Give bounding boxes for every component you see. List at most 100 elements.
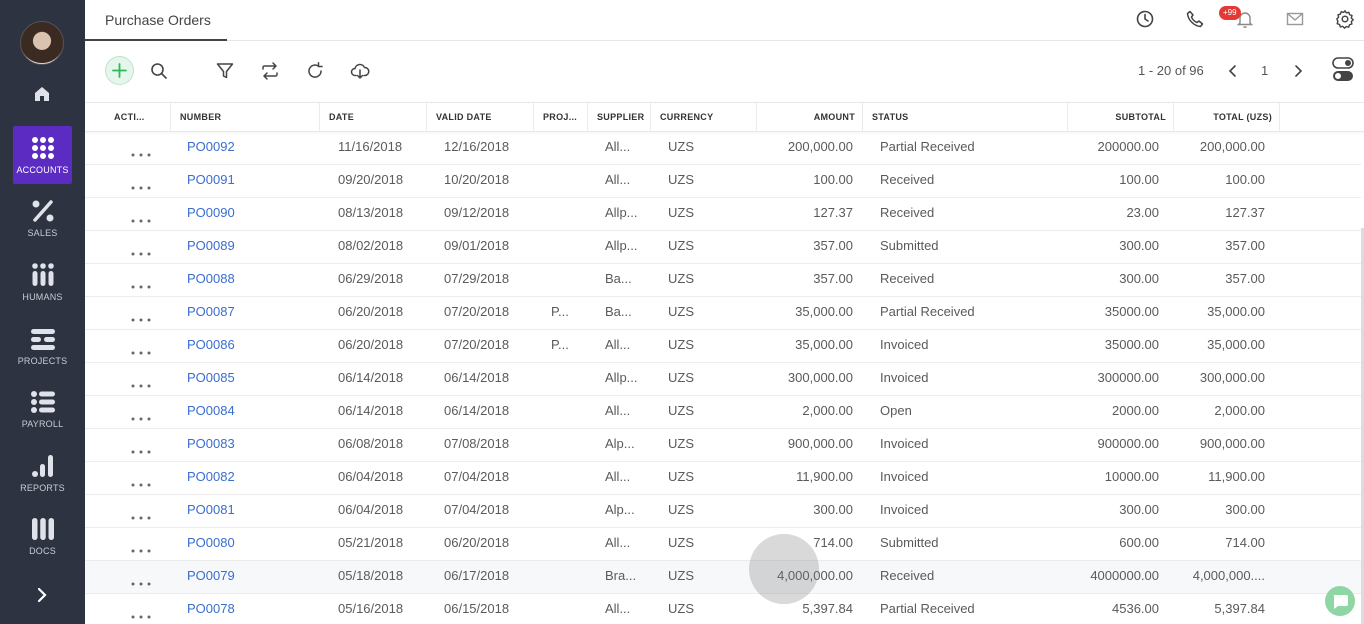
table-row[interactable]: PO0086 06/20/2018 07/20/2018 P... All... UZS 3… [85, 330, 1361, 363]
supplier-cell: All... [605, 337, 631, 352]
sidebar-item-sales[interactable]: SALES [0, 190, 85, 248]
table-row[interactable]: PO0089 08/02/2018 09/01/2018 Allp... UZS 357.… [85, 231, 1361, 264]
po-number-link[interactable]: PO0089 [187, 231, 307, 264]
row-actions-menu-icon[interactable] [131, 310, 151, 322]
total-cell: 4,000,000.... [1192, 568, 1265, 583]
add-button[interactable] [105, 56, 134, 85]
column-header-status[interactable]: STATUS [863, 103, 1068, 132]
amount-cell: 100.00 [813, 172, 853, 187]
table-row[interactable]: PO0082 06/04/2018 07/04/2018 All... UZS 11,90… [85, 462, 1361, 495]
sidebar-item-accounts[interactable]: ACCOUNTS [13, 126, 72, 184]
expand-sidebar-icon[interactable] [33, 586, 51, 604]
date-cell: 05/21/2018 [338, 535, 404, 550]
sidebar-item-docs[interactable]: DOCS [0, 508, 85, 566]
po-number-link[interactable]: PO0086 [187, 330, 307, 363]
refresh-icon[interactable] [305, 61, 325, 81]
valid-date-cell: 09/12/2018 [444, 205, 510, 220]
prev-page-icon[interactable] [1224, 62, 1242, 80]
currency-cell: UZS [668, 172, 694, 187]
home-icon[interactable] [32, 84, 52, 104]
search-icon[interactable] [149, 61, 169, 81]
cloud-download-icon[interactable] [350, 61, 370, 81]
sidebar-item-payroll[interactable]: PAYROLL [0, 381, 85, 439]
view-toggle-icon[interactable] [1332, 57, 1354, 83]
po-number-link[interactable]: PO0081 [187, 495, 307, 528]
table-row[interactable]: PO0078 05/16/2018 06/15/2018 All... UZS 5,397… [85, 594, 1361, 624]
row-actions-menu-icon[interactable] [131, 442, 151, 454]
amount-cell: 900,000.00 [787, 436, 853, 451]
table-row[interactable]: PO0081 06/04/2018 07/04/2018 Alp... UZS 300.0… [85, 495, 1361, 528]
sidebar-item-projects[interactable]: PROJECTS [0, 318, 85, 376]
row-actions-menu-icon[interactable] [131, 541, 151, 553]
po-number-link[interactable]: PO0084 [187, 396, 307, 429]
column-header-currency[interactable]: CURRENCY [651, 103, 757, 132]
currency-cell: UZS [668, 436, 694, 451]
amount-cell: 357.00 [813, 271, 853, 286]
column-header-actions[interactable]: ACTI... [105, 103, 171, 132]
row-actions-menu-icon[interactable] [131, 211, 151, 223]
row-actions-menu-icon[interactable] [131, 145, 151, 157]
user-avatar[interactable] [20, 21, 64, 65]
column-header-subtotal[interactable]: SUBTOTAL [1068, 103, 1174, 132]
project-cell [551, 462, 581, 495]
po-number-link[interactable]: PO0090 [187, 198, 307, 231]
date-cell: 06/14/2018 [338, 403, 404, 418]
table-row[interactable]: PO0083 06/08/2018 07/08/2018 Alp... UZS 900,0… [85, 429, 1361, 462]
row-actions-menu-icon[interactable] [131, 607, 151, 619]
row-actions-menu-icon[interactable] [131, 277, 151, 289]
date-cell: 06/20/2018 [338, 337, 404, 352]
table-row[interactable]: PO0092 11/16/2018 12/16/2018 All... UZS 200,0… [85, 132, 1361, 165]
po-number-link[interactable]: PO0080 [187, 528, 307, 561]
table-row[interactable]: PO0091 09/20/2018 10/20/2018 All... UZS 100.0… [85, 165, 1361, 198]
clock-icon[interactable] [1135, 9, 1155, 29]
project-cell [551, 363, 581, 396]
valid-date-cell: 07/04/2018 [444, 502, 510, 517]
sidebar-item-humans[interactable]: HUMANS [0, 254, 85, 312]
mail-icon[interactable] [1285, 9, 1305, 29]
table-row[interactable]: PO0080 05/21/2018 06/20/2018 All... UZS 714.0… [85, 528, 1361, 561]
po-number-link[interactable]: PO0087 [187, 297, 307, 330]
po-number-link[interactable]: PO0092 [187, 132, 307, 165]
column-header-amount[interactable]: AMOUNT [757, 103, 863, 132]
chat-button[interactable] [1325, 586, 1355, 616]
po-number-link[interactable]: PO0083 [187, 429, 307, 462]
column-header-date[interactable]: DATE [320, 103, 427, 132]
table-row[interactable]: PO0090 08/13/2018 09/12/2018 Allp... UZS 127.… [85, 198, 1361, 231]
phone-icon[interactable] [1185, 9, 1205, 29]
po-number-link[interactable]: PO0088 [187, 264, 307, 297]
row-actions-menu-icon[interactable] [131, 178, 151, 190]
po-number-link[interactable]: PO0078 [187, 594, 307, 624]
po-number-link[interactable]: PO0085 [187, 363, 307, 396]
row-actions-menu-icon[interactable] [131, 376, 151, 388]
valid-date-cell: 07/20/2018 [444, 304, 510, 319]
column-header-project[interactable]: PROJ... [534, 103, 588, 132]
row-actions-menu-icon[interactable] [131, 475, 151, 487]
date-cell: 08/02/2018 [338, 238, 404, 253]
subtotal-cell: 300.00 [1119, 238, 1159, 253]
column-header-number[interactable]: NUMBER [171, 103, 320, 132]
filter-icon[interactable] [215, 61, 235, 81]
table-row[interactable]: PO0079 05/18/2018 06/17/2018 Bra... UZS 4,000… [85, 561, 1361, 594]
column-header-valid-date[interactable]: VALID DATE [427, 103, 534, 132]
row-actions-menu-icon[interactable] [131, 508, 151, 520]
tab-purchase-orders[interactable]: Purchase Orders [85, 0, 227, 41]
table-row[interactable]: PO0084 06/14/2018 06/14/2018 All... UZS 2,000… [85, 396, 1361, 429]
column-header-supplier[interactable]: SUPPLIER [588, 103, 651, 132]
po-number-link[interactable]: PO0079 [187, 561, 307, 594]
next-page-icon[interactable] [1289, 62, 1307, 80]
sidebar-item-reports[interactable]: REPORTS [0, 445, 85, 503]
row-actions-menu-icon[interactable] [131, 574, 151, 586]
row-actions-menu-icon[interactable] [131, 244, 151, 256]
swap-icon[interactable] [260, 61, 280, 81]
table-row[interactable]: PO0088 06/29/2018 07/29/2018 Ba... UZS 357.00… [85, 264, 1361, 297]
total-cell: 714.00 [1225, 535, 1265, 550]
gear-icon[interactable] [1335, 9, 1355, 29]
po-number-link[interactable]: PO0091 [187, 165, 307, 198]
sidebar-item-label: SALES [27, 228, 58, 238]
table-row[interactable]: PO0085 06/14/2018 06/14/2018 Allp... UZS 300,… [85, 363, 1361, 396]
row-actions-menu-icon[interactable] [131, 343, 151, 355]
table-row[interactable]: PO0087 06/20/2018 07/20/2018 P... Ba... UZS 35… [85, 297, 1361, 330]
po-number-link[interactable]: PO0082 [187, 462, 307, 495]
row-actions-menu-icon[interactable] [131, 409, 151, 421]
column-header-total[interactable]: TOTAL (UZS) [1174, 103, 1280, 132]
